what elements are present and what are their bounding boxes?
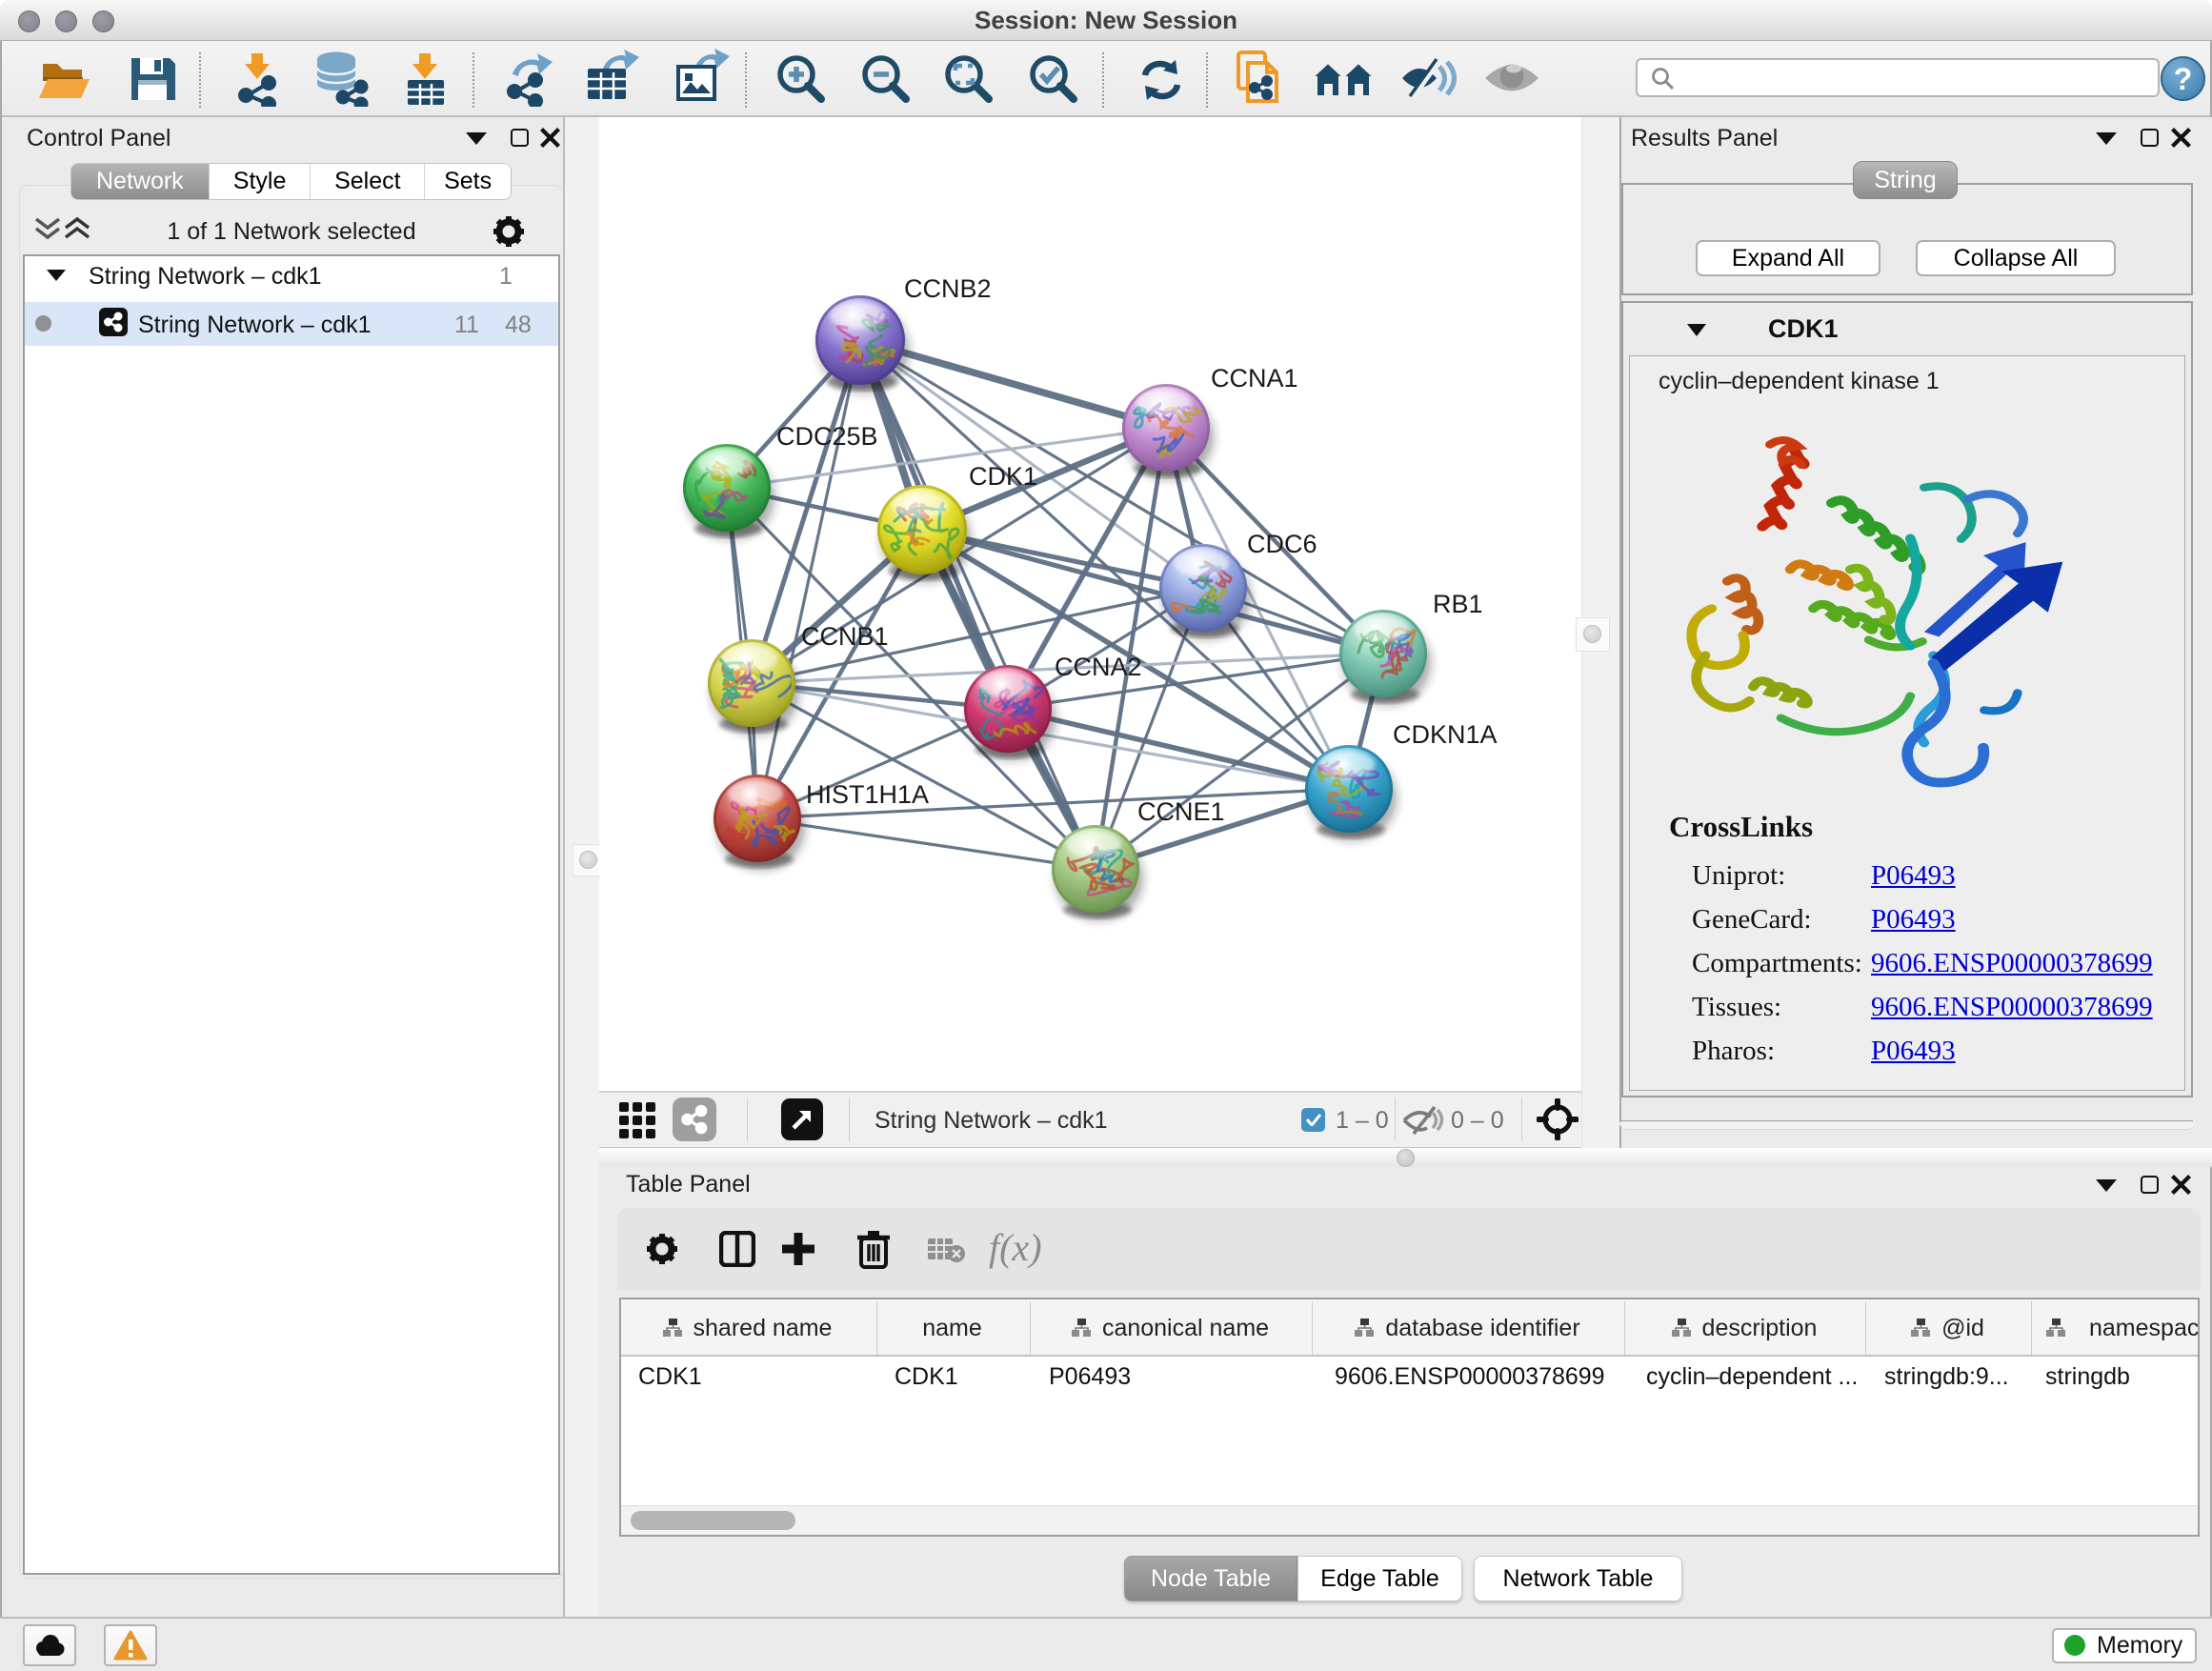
svg-text:CCNB1: CCNB1 xyxy=(801,622,889,651)
svg-text:CCNB2: CCNB2 xyxy=(904,274,992,303)
svg-text:CDC6: CDC6 xyxy=(1247,530,1317,558)
svg-text:CDKN1A: CDKN1A xyxy=(1393,720,1498,749)
svg-text:CCNA2: CCNA2 xyxy=(1055,653,1142,681)
svg-text:CCNE1: CCNE1 xyxy=(1137,797,1225,826)
svg-text:CDC25B: CDC25B xyxy=(776,422,878,451)
svg-text:RB1: RB1 xyxy=(1433,590,1483,618)
svg-text:HIST1H1A: HIST1H1A xyxy=(806,780,929,809)
svg-text:CCNA1: CCNA1 xyxy=(1211,364,1298,393)
svg-text:CDK1: CDK1 xyxy=(969,462,1037,491)
